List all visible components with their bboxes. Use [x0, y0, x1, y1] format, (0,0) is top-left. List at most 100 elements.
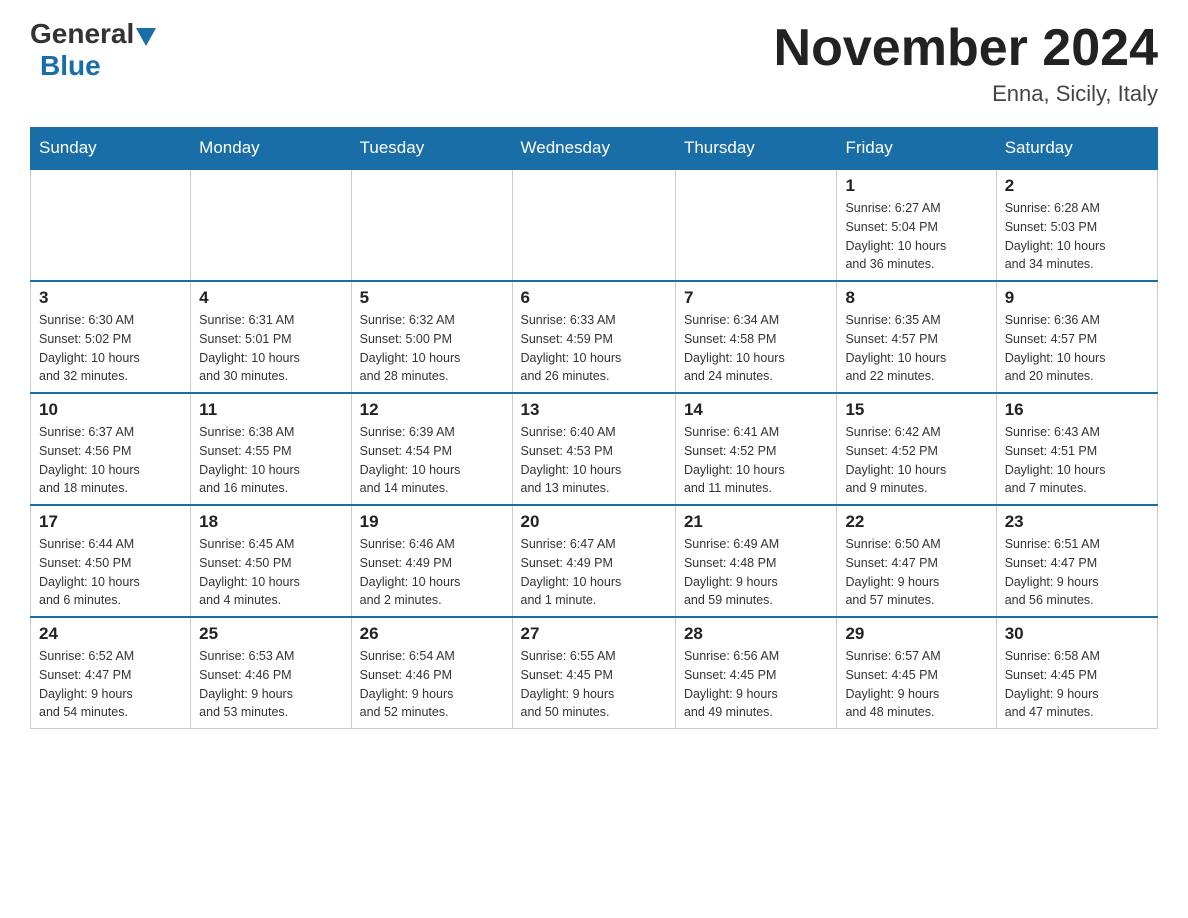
day-of-week-header: Thursday [675, 128, 837, 170]
day-info: Sunrise: 6:51 AMSunset: 4:47 PMDaylight:… [1005, 535, 1149, 610]
calendar-cell: 25 Sunrise: 6:53 AMSunset: 4:46 PMDayligh… [191, 617, 351, 729]
day-number: 29 [845, 624, 987, 644]
calendar-cell: 15 Sunrise: 6:42 AMSunset: 4:52 PMDayligh… [837, 393, 996, 505]
day-number: 22 [845, 512, 987, 532]
calendar-cell: 6Sunrise: 6:33 AMSunset: 4:59 PMDaylight… [512, 281, 675, 393]
day-info: Sunrise: 6:54 AMSunset: 4:46 PMDaylight:… [360, 647, 504, 722]
day-info: Sunrise: 6:52 AMSunset: 4:47 PMDaylight:… [39, 647, 182, 722]
day-info: Sunrise: 6:53 AMSunset: 4:46 PMDaylight:… [199, 647, 342, 722]
day-info: Sunrise: 6:45 AMSunset: 4:50 PMDaylight:… [199, 535, 342, 610]
day-number: 23 [1005, 512, 1149, 532]
day-info: Sunrise: 6:32 AMSunset: 5:00 PMDaylight:… [360, 311, 504, 386]
day-info: Sunrise: 6:35 AMSunset: 4:57 PMDaylight:… [845, 311, 987, 386]
calendar-cell: 18 Sunrise: 6:45 AMSunset: 4:50 PMDayligh… [191, 505, 351, 617]
calendar-cell: 29 Sunrise: 6:57 AMSunset: 4:45 PMDayligh… [837, 617, 996, 729]
logo-blue-text: Blue [40, 50, 101, 82]
day-number: 13 [521, 400, 667, 420]
calendar-cell: 12Sunrise: 6:39 AMSunset: 4:54 PMDayligh… [351, 393, 512, 505]
day-info: Sunrise: 6:34 AMSunset: 4:58 PMDaylight:… [684, 311, 829, 386]
day-number: 30 [1005, 624, 1149, 644]
day-of-week-header: Wednesday [512, 128, 675, 170]
day-info: Sunrise: 6:57 AMSunset: 4:45 PMDaylight:… [845, 647, 987, 722]
calendar-cell: 10Sunrise: 6:37 AMSunset: 4:56 PMDayligh… [31, 393, 191, 505]
logo-triangle-icon [136, 28, 156, 46]
calendar-header-row: SundayMondayTuesdayWednesdayThursdayFrid… [31, 128, 1158, 170]
calendar-cell [512, 169, 675, 281]
calendar-cell: 14 Sunrise: 6:41 AMSunset: 4:52 PMDayligh… [675, 393, 837, 505]
calendar-cell: 7 Sunrise: 6:34 AMSunset: 4:58 PMDaylight… [675, 281, 837, 393]
calendar-cell: 5Sunrise: 6:32 AMSunset: 5:00 PMDaylight… [351, 281, 512, 393]
day-info: Sunrise: 6:46 AMSunset: 4:49 PMDaylight:… [360, 535, 504, 610]
day-info: Sunrise: 6:49 AMSunset: 4:48 PMDaylight:… [684, 535, 829, 610]
logo: General Blue [30, 20, 158, 82]
day-number: 9 [1005, 288, 1149, 308]
calendar-cell: 1Sunrise: 6:27 AMSunset: 5:04 PMDaylight… [837, 169, 996, 281]
calendar-cell: 28 Sunrise: 6:56 AMSunset: 4:45 PMDayligh… [675, 617, 837, 729]
calendar-week-row: 17 Sunrise: 6:44 AMSunset: 4:50 PMDayligh… [31, 505, 1158, 617]
day-number: 12 [360, 400, 504, 420]
day-number: 24 [39, 624, 182, 644]
calendar-week-row: 1Sunrise: 6:27 AMSunset: 5:04 PMDaylight… [31, 169, 1158, 281]
day-of-week-header: Saturday [996, 128, 1157, 170]
calendar-cell: 17 Sunrise: 6:44 AMSunset: 4:50 PMDayligh… [31, 505, 191, 617]
calendar-cell: 30 Sunrise: 6:58 AMSunset: 4:45 PMDayligh… [996, 617, 1157, 729]
location-text: Enna, Sicily, Italy [774, 81, 1158, 107]
day-number: 3 [39, 288, 182, 308]
day-number: 15 [845, 400, 987, 420]
calendar-cell: 4 Sunrise: 6:31 AMSunset: 5:01 PMDaylight… [191, 281, 351, 393]
day-info: Sunrise: 6:50 AMSunset: 4:47 PMDaylight:… [845, 535, 987, 610]
calendar-cell: 21 Sunrise: 6:49 AMSunset: 4:48 PMDayligh… [675, 505, 837, 617]
day-number: 14 [684, 400, 829, 420]
calendar-cell: 26 Sunrise: 6:54 AMSunset: 4:46 PMDayligh… [351, 617, 512, 729]
day-info: Sunrise: 6:31 AMSunset: 5:01 PMDaylight:… [199, 311, 342, 386]
day-info: Sunrise: 6:36 AMSunset: 4:57 PMDaylight:… [1005, 311, 1149, 386]
day-info: Sunrise: 6:44 AMSunset: 4:50 PMDaylight:… [39, 535, 182, 610]
day-info: Sunrise: 6:27 AMSunset: 5:04 PMDaylight:… [845, 199, 987, 274]
calendar-cell: 11 Sunrise: 6:38 AMSunset: 4:55 PMDayligh… [191, 393, 351, 505]
day-number: 11 [199, 400, 342, 420]
logo-general-text: General [30, 20, 134, 48]
calendar-cell: 23 Sunrise: 6:51 AMSunset: 4:47 PMDayligh… [996, 505, 1157, 617]
title-block: November 2024 Enna, Sicily, Italy [774, 20, 1158, 107]
day-info: Sunrise: 6:28 AMSunset: 5:03 PMDaylight:… [1005, 199, 1149, 274]
day-number: 8 [845, 288, 987, 308]
calendar-cell: 3Sunrise: 6:30 AMSunset: 5:02 PMDaylight… [31, 281, 191, 393]
calendar-cell: 20 Sunrise: 6:47 AMSunset: 4:49 PMDayligh… [512, 505, 675, 617]
calendar-table: SundayMondayTuesdayWednesdayThursdayFrid… [30, 127, 1158, 729]
calendar-cell [191, 169, 351, 281]
day-info: Sunrise: 6:38 AMSunset: 4:55 PMDaylight:… [199, 423, 342, 498]
day-info: Sunrise: 6:56 AMSunset: 4:45 PMDaylight:… [684, 647, 829, 722]
day-number: 19 [360, 512, 504, 532]
calendar-week-row: 10Sunrise: 6:37 AMSunset: 4:56 PMDayligh… [31, 393, 1158, 505]
page-header: General Blue November 2024 Enna, Sicily,… [30, 20, 1158, 107]
day-number: 27 [521, 624, 667, 644]
day-number: 2 [1005, 176, 1149, 196]
day-number: 20 [521, 512, 667, 532]
day-number: 18 [199, 512, 342, 532]
day-number: 26 [360, 624, 504, 644]
day-number: 28 [684, 624, 829, 644]
calendar-cell: 13Sunrise: 6:40 AMSunset: 4:53 PMDayligh… [512, 393, 675, 505]
day-number: 21 [684, 512, 829, 532]
day-of-week-header: Monday [191, 128, 351, 170]
day-of-week-header: Friday [837, 128, 996, 170]
month-title: November 2024 [774, 20, 1158, 77]
day-number: 4 [199, 288, 342, 308]
day-number: 25 [199, 624, 342, 644]
calendar-cell: 24 Sunrise: 6:52 AMSunset: 4:47 PMDayligh… [31, 617, 191, 729]
day-info: Sunrise: 6:42 AMSunset: 4:52 PMDaylight:… [845, 423, 987, 498]
calendar-week-row: 24 Sunrise: 6:52 AMSunset: 4:47 PMDayligh… [31, 617, 1158, 729]
day-info: Sunrise: 6:43 AMSunset: 4:51 PMDaylight:… [1005, 423, 1149, 498]
day-info: Sunrise: 6:58 AMSunset: 4:45 PMDaylight:… [1005, 647, 1149, 722]
day-number: 10 [39, 400, 182, 420]
day-info: Sunrise: 6:41 AMSunset: 4:52 PMDaylight:… [684, 423, 829, 498]
calendar-cell: 2 Sunrise: 6:28 AMSunset: 5:03 PMDaylight… [996, 169, 1157, 281]
day-info: Sunrise: 6:33 AMSunset: 4:59 PMDaylight:… [521, 311, 667, 386]
day-of-week-header: Tuesday [351, 128, 512, 170]
day-info: Sunrise: 6:47 AMSunset: 4:49 PMDaylight:… [521, 535, 667, 610]
calendar-cell: 9 Sunrise: 6:36 AMSunset: 4:57 PMDaylight… [996, 281, 1157, 393]
day-number: 17 [39, 512, 182, 532]
day-number: 7 [684, 288, 829, 308]
day-number: 16 [1005, 400, 1149, 420]
calendar-cell: 22 Sunrise: 6:50 AMSunset: 4:47 PMDayligh… [837, 505, 996, 617]
